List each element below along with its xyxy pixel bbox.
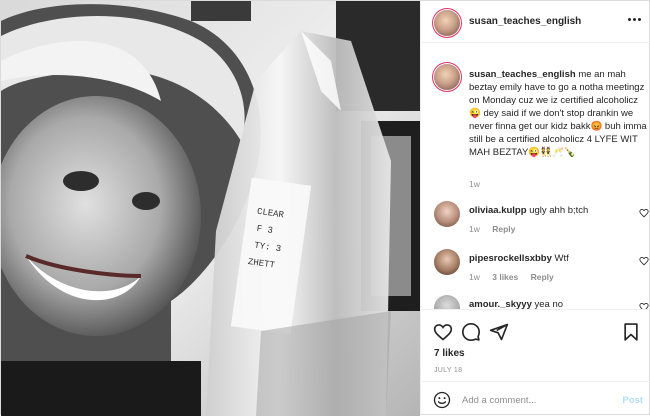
comment-meta: 1w 3 likes Reply xyxy=(469,272,564,282)
post-modal: CLEAR F 3 TY: 3 ZHETT susan_teaches_engl… xyxy=(0,0,650,416)
caption-timestamp[interactable]: 1w xyxy=(469,179,480,189)
small-heart-icon[interactable] xyxy=(639,256,649,266)
likes-count[interactable]: 7 likes xyxy=(434,348,465,359)
commenter-avatar[interactable] xyxy=(434,201,460,227)
small-heart-icon[interactable] xyxy=(639,208,649,218)
action-bar xyxy=(433,322,643,344)
comment-timestamp[interactable]: 1w xyxy=(469,272,480,282)
comment-text: oliviaa.kulpp ugly ahh b;tch xyxy=(469,205,619,216)
caption-body: me an mah beztay emily have to go a noth… xyxy=(469,69,647,158)
commenter-username[interactable]: amour._skyyy xyxy=(469,299,532,309)
small-heart-icon[interactable] xyxy=(639,302,649,309)
emoji-icon[interactable] xyxy=(433,391,451,409)
post-comment-button[interactable]: Post xyxy=(622,395,643,406)
heart-icon[interactable] xyxy=(433,322,453,342)
post-date[interactable]: JULY 18 xyxy=(434,367,462,374)
comment-body: Wtf xyxy=(554,253,569,264)
comment-input[interactable]: Add a comment... xyxy=(462,395,536,406)
commenter-username[interactable]: oliviaa.kulpp xyxy=(469,205,527,216)
post-sidebar: susan_teaches_english susan_teaches_engl… xyxy=(420,1,650,416)
caption-avatar[interactable] xyxy=(434,64,460,90)
author-avatar[interactable] xyxy=(434,10,460,36)
comment-timestamp[interactable]: 1w xyxy=(469,224,480,234)
comment-reply-button[interactable]: Reply xyxy=(492,224,515,234)
comment-meta: 1w Reply xyxy=(469,224,525,234)
comments-section[interactable]: susan_teaches_english me an mah beztay e… xyxy=(421,44,650,309)
author-username[interactable]: susan_teaches_english xyxy=(469,16,581,27)
comment-row: amour._skyyy yea no xyxy=(434,295,649,309)
post-photo[interactable]: CLEAR F 3 TY: 3 ZHETT xyxy=(1,1,420,416)
caption-text: susan_teaches_english me an mah beztay e… xyxy=(469,68,647,159)
photo-illustration: CLEAR F 3 TY: 3 ZHETT xyxy=(1,1,420,416)
comment-row: pipesrockellsxbby Wtf 1w 3 likes Reply xyxy=(434,249,649,289)
comment-likes[interactable]: 3 likes xyxy=(492,272,518,282)
share-icon[interactable] xyxy=(489,322,509,342)
comment-composer: Add a comment... Post xyxy=(421,381,650,417)
comment-icon[interactable] xyxy=(461,322,481,342)
more-options-icon[interactable] xyxy=(625,10,643,28)
comment-row: oliviaa.kulpp ugly ahh b;tch 1w Reply xyxy=(434,201,649,241)
comment-body: ugly ahh b;tch xyxy=(529,205,589,216)
caption-username[interactable]: susan_teaches_english xyxy=(469,69,576,80)
commenter-username[interactable]: pipesrockellsxbby xyxy=(469,253,552,264)
comment-reply-button[interactable]: Reply xyxy=(531,272,554,282)
post-actions: 7 likes JULY 18 Add a comment... Post xyxy=(421,309,650,416)
commenter-avatar[interactable] xyxy=(434,249,460,275)
comment-body: yea no xyxy=(534,299,564,309)
comment-text: pipesrockellsxbby Wtf xyxy=(469,253,619,264)
commenter-avatar[interactable] xyxy=(434,295,460,309)
comment-text: amour._skyyy yea no xyxy=(469,299,619,309)
post-header: susan_teaches_english xyxy=(421,1,650,43)
bookmark-icon[interactable] xyxy=(621,322,641,342)
